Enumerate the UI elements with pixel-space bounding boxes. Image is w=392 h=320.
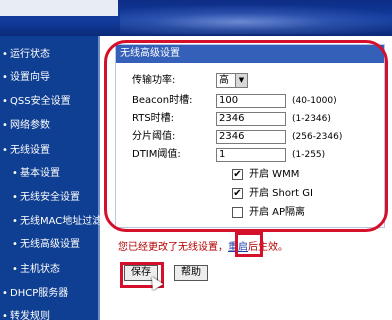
banner-wave-graphic xyxy=(120,4,392,34)
short-gi-row: ✔ 开启 Short GI xyxy=(232,186,313,202)
sidebar-item-label: 主机状态 xyxy=(20,264,60,275)
bullet-icon: • xyxy=(12,264,18,275)
rts-row: RTS时槽: 2346 (1-2346) xyxy=(132,111,331,127)
bullet-icon: • xyxy=(2,72,8,83)
dtim-label: DTIM阈值: xyxy=(132,149,181,160)
frag-label: 分片阈值: xyxy=(132,131,176,142)
beacon-row: Beacon时槽: 100 (40-1000) xyxy=(132,93,337,109)
sidebar-item-label: 设置向导 xyxy=(10,72,50,83)
bullet-icon: • xyxy=(12,216,18,227)
sidebar-item-status[interactable]: • 运行状态 xyxy=(0,45,100,65)
sidebar-item-wizard[interactable]: • 设置向导 xyxy=(0,68,100,88)
sidebar-item-label: 转发规则 xyxy=(10,311,50,320)
restart-link[interactable]: 重启 xyxy=(228,242,248,253)
dropdown-arrow-icon: ▼ xyxy=(235,74,247,87)
notice-text-after: 后生效。 xyxy=(248,242,288,253)
wmm-row: ✔ 开启 WMM xyxy=(232,167,299,183)
bullet-icon: • xyxy=(2,120,8,131)
sidebar-item-forwarding[interactable]: • 转发规则 xyxy=(0,307,100,320)
sidebar-item-label: 无线设置 xyxy=(10,145,50,156)
beacon-input[interactable]: 100 xyxy=(216,94,286,108)
tx-power-value: 高 xyxy=(219,75,229,86)
sidebar-item-basic[interactable]: • 基本设置 xyxy=(0,164,100,184)
sidebar-item-label: 无线MAC地址过滤 xyxy=(20,216,103,227)
notice-text-before: 您已经更改了无线设置， xyxy=(118,242,228,253)
content-area: 无线高级设置 传输功率: 高 ▼ Beacon时槽: 100 (40-1000)… xyxy=(100,36,392,320)
bullet-icon: • xyxy=(2,145,8,156)
tx-power-row: 传输功率: 高 ▼ xyxy=(132,73,248,89)
rts-input[interactable]: 2346 xyxy=(216,112,286,126)
ap-isolation-checkbox[interactable] xyxy=(232,206,243,218)
advanced-settings-panel: 无线高级设置 传输功率: 高 ▼ Beacon时槽: 100 (40-1000)… xyxy=(115,44,385,228)
sidebar-item-label: DHCP服务器 xyxy=(10,288,69,299)
tx-power-label: 传输功率: xyxy=(132,75,176,86)
wmm-label: 开启 WMM xyxy=(249,169,300,180)
sidebar-item-dhcp[interactable]: • DHCP服务器 xyxy=(0,284,100,304)
bullet-icon: • xyxy=(12,168,18,179)
short-gi-checkbox[interactable]: ✔ xyxy=(232,187,243,199)
rts-range: (1-2346) xyxy=(292,114,331,124)
frag-range: (256-2346) xyxy=(292,132,343,142)
sidebar-item-label: 无线高级设置 xyxy=(20,239,80,250)
short-gi-label: 开启 Short GI xyxy=(249,188,313,199)
sidebar-item-label: 无线安全设置 xyxy=(20,192,80,203)
frag-input[interactable]: 2346 xyxy=(216,130,286,144)
dtim-row: DTIM阈值: 1 (1-255) xyxy=(132,147,325,163)
bullet-icon: • xyxy=(2,49,8,60)
banner-left-strip xyxy=(0,0,118,16)
rts-label: RTS时槽: xyxy=(132,113,175,124)
bullet-icon: • xyxy=(2,311,8,320)
dtim-range: (1-255) xyxy=(292,150,326,160)
sidebar-item-label: 基本设置 xyxy=(20,168,60,179)
sidebar-item-wireless-security[interactable]: • 无线安全设置 xyxy=(0,188,100,208)
sidebar-item-label: 网络参数 xyxy=(10,120,50,131)
header-banner xyxy=(0,0,392,36)
sidebar: • 运行状态 • 设置向导 • QSS安全设置 • 网络参数 • 无线设置 • 基本设置 •… xyxy=(0,36,103,320)
help-button[interactable]: 帮助 xyxy=(174,265,208,281)
bullet-icon: • xyxy=(12,239,18,250)
ap-isolation-label: 开启 AP隔离 xyxy=(249,207,306,218)
sidebar-item-advanced[interactable]: • 无线高级设置 xyxy=(0,235,100,255)
beacon-range: (40-1000) xyxy=(292,96,337,106)
ap-isolation-row: 开启 AP隔离 xyxy=(232,205,305,221)
tx-power-select[interactable]: 高 ▼ xyxy=(216,73,248,88)
dtim-input[interactable]: 1 xyxy=(216,148,286,162)
sidebar-item-label: QSS安全设置 xyxy=(10,96,71,107)
panel-title: 无线高级设置 xyxy=(116,45,384,63)
frag-row: 分片阈值: 2346 (256-2346) xyxy=(132,129,342,145)
sidebar-item-wireless[interactable]: • 无线设置 xyxy=(0,141,100,161)
wmm-checkbox[interactable]: ✔ xyxy=(232,168,243,180)
bullet-icon: • xyxy=(12,192,18,203)
sidebar-item-label: 运行状态 xyxy=(10,49,50,60)
restart-notice: 您已经更改了无线设置，重启后生效。 xyxy=(118,238,288,253)
sidebar-item-qss[interactable]: • QSS安全设置 xyxy=(0,92,100,112)
bullet-icon: • xyxy=(2,288,8,299)
sidebar-item-host-status[interactable]: • 主机状态 xyxy=(0,260,100,280)
beacon-label: Beacon时槽: xyxy=(132,95,193,106)
sidebar-item-mac-filter[interactable]: • 无线MAC地址过滤 xyxy=(0,212,103,232)
sidebar-item-network[interactable]: • 网络参数 xyxy=(0,116,100,136)
bullet-icon: • xyxy=(2,96,8,107)
